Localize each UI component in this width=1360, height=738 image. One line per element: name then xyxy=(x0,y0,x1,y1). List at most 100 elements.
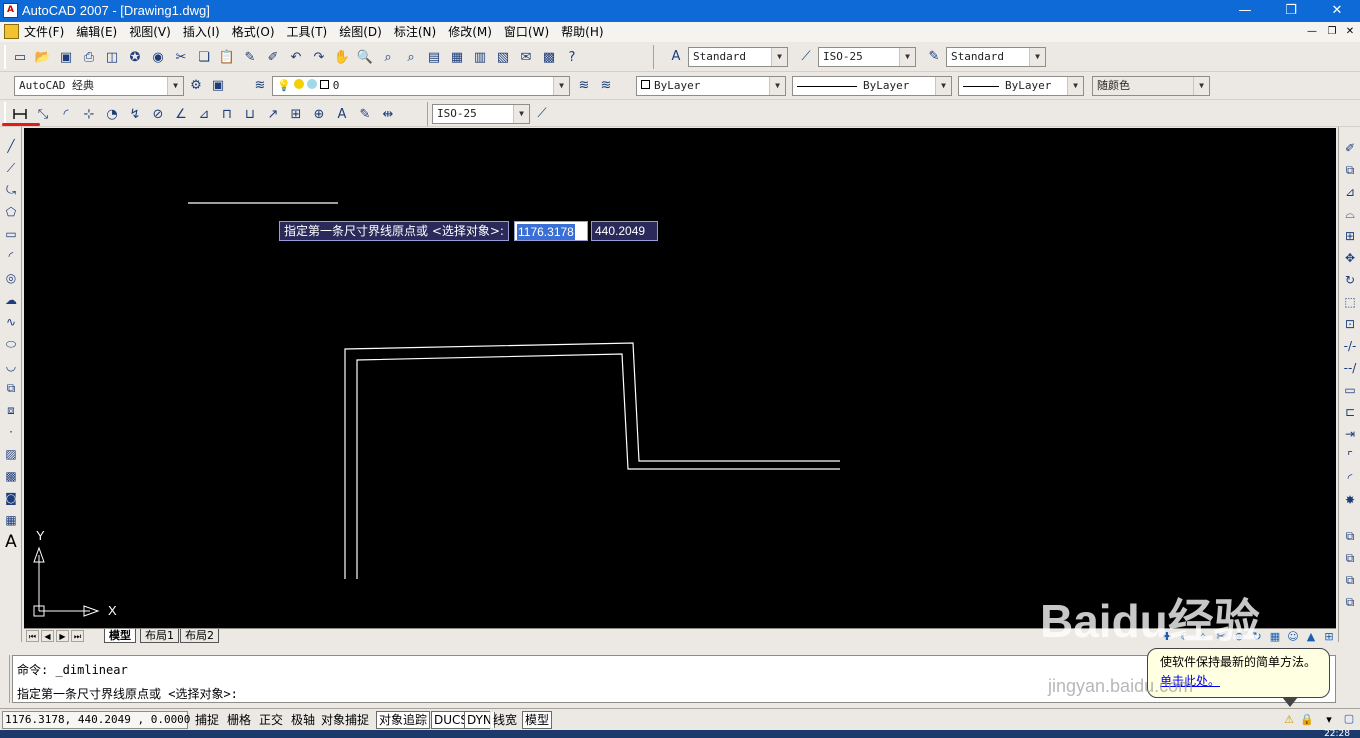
layer-select[interactable]: 💡 0 ▼ xyxy=(272,76,570,96)
radius-dimension-icon[interactable]: ◔ xyxy=(102,104,122,124)
doc-restore-button[interactable]: ❐ xyxy=(1324,24,1340,40)
tray-shirt-icon[interactable]: ▲ xyxy=(1304,630,1318,644)
publish-icon[interactable]: ✪ xyxy=(125,47,145,67)
cut-icon[interactable]: ✂ xyxy=(171,47,191,67)
ordinate-dimension-icon[interactable]: ⊹ xyxy=(79,104,99,124)
region-icon[interactable]: ◙ xyxy=(2,489,20,507)
first-tab-icon[interactable]: ⏮ xyxy=(26,630,39,642)
array-icon[interactable]: ⊞ xyxy=(1341,227,1359,245)
menu-item-6[interactable]: 绘图(D) xyxy=(339,24,382,40)
layer-manager-icon[interactable]: ≋ xyxy=(250,76,270,96)
join-icon[interactable]: ⇥ xyxy=(1341,425,1359,443)
hatch-icon[interactable]: ▨ xyxy=(2,445,20,463)
circle-icon[interactable]: ◎ xyxy=(2,269,20,287)
dimension-style-select[interactable]: ISO-25 ▼ xyxy=(432,104,530,124)
command-window[interactable]: 命令: _dimlinear 指定第一条尺寸界线原点或 <选择对象>: xyxy=(12,655,1336,703)
point-icon[interactable]: · xyxy=(2,423,20,441)
rectangle-icon[interactable]: ▭ xyxy=(2,225,20,243)
center-mark-icon[interactable]: ⊕ xyxy=(309,104,329,124)
tab-model[interactable]: 模型 xyxy=(104,629,136,643)
extend-icon[interactable]: --/ xyxy=(1341,359,1359,377)
help-icon[interactable]: ? xyxy=(562,47,582,67)
new-file-icon[interactable]: ▭ xyxy=(10,47,30,67)
close-button[interactable]: ✕ xyxy=(1314,0,1360,22)
menu-item-2[interactable]: 视图(V) xyxy=(129,24,171,40)
grid-toggle[interactable]: 栅格 xyxy=(224,711,255,729)
insert-block-icon[interactable]: ⧉ xyxy=(2,379,20,397)
ortho-toggle[interactable]: 正交 xyxy=(256,711,287,729)
command-prompt-line[interactable]: 指定第一条尺寸界线原点或 <选择对象>: xyxy=(17,685,238,702)
make-layer-current-icon[interactable]: ≋ xyxy=(574,76,594,96)
offset-icon[interactable]: ⌓ xyxy=(1341,205,1359,223)
linear-dimension-icon[interactable] xyxy=(10,104,30,124)
lineweight-select[interactable]: ByLayer ▼ xyxy=(958,76,1084,96)
menu-item-9[interactable]: 窗口(W) xyxy=(504,24,549,40)
layer-previous-icon[interactable]: ≋ xyxy=(596,76,616,96)
command-window-grip[interactable] xyxy=(0,655,10,703)
continue-dimension-icon[interactable]: ⊔ xyxy=(240,104,260,124)
make-block-icon[interactable]: ⧈ xyxy=(2,401,20,419)
break-at-point-icon[interactable]: ▭ xyxy=(1341,381,1359,399)
calculator-icon[interactable]: ▩ xyxy=(539,47,559,67)
construction-line-icon[interactable]: ⟋ xyxy=(2,159,20,177)
status-menu-arrow-icon[interactable]: ▾ xyxy=(1322,713,1336,727)
diameter-dimension-icon[interactable]: ⊘ xyxy=(148,104,168,124)
table-icon[interactable]: ▦ xyxy=(2,511,20,529)
tab-layout1[interactable]: 布局1 xyxy=(140,629,179,643)
draw-order-front-icon[interactable]: ⧉ xyxy=(1341,527,1359,545)
prev-tab-icon[interactable]: ◀ xyxy=(41,630,54,642)
tray-moon-icon[interactable]: ☾ xyxy=(1178,630,1192,644)
zoom-previous-icon[interactable]: ⌕ xyxy=(401,47,421,67)
dimension-edit-icon[interactable]: A xyxy=(332,104,352,124)
workspace-settings-icon[interactable]: ⚙ xyxy=(186,76,206,96)
autocad-app-icon[interactable]: A xyxy=(3,3,18,18)
tray-people-icon[interactable]: ☺ xyxy=(1286,630,1300,644)
coordinate-readout[interactable]: 1176.3178, 440.2049 , 0.0000 xyxy=(2,711,190,729)
open-file-icon[interactable]: 📂 xyxy=(33,47,53,67)
properties-icon[interactable]: ▤ xyxy=(424,47,444,67)
quick-leader-icon[interactable]: ↗ xyxy=(263,104,283,124)
line-tool-icon[interactable]: ╱ xyxy=(2,137,20,155)
zoom-window-icon[interactable]: ⌕ xyxy=(378,47,398,67)
3d-dwf-icon[interactable]: ◉ xyxy=(148,47,168,67)
tool-palettes-icon[interactable]: ▥ xyxy=(470,47,490,67)
next-tab-icon[interactable]: ▶ xyxy=(56,630,69,642)
doc-close-button[interactable]: ✕ xyxy=(1342,24,1358,40)
dynamic-input-x-field[interactable]: 1176.3178 xyxy=(514,221,588,241)
pan-icon[interactable]: ✋ xyxy=(332,47,352,67)
polyline-icon[interactable]: ⤿ xyxy=(2,181,20,199)
table-style-select[interactable]: Standard ▼ xyxy=(946,47,1046,67)
menu-item-10[interactable]: 帮助(H) xyxy=(561,24,603,40)
lock-icon[interactable]: 🔒 xyxy=(1300,713,1314,727)
bring-above-icon[interactable]: ⧉ xyxy=(1341,571,1359,589)
match-properties-icon[interactable]: ✎ xyxy=(240,47,260,67)
maximize-button[interactable]: ❐ xyxy=(1268,0,1314,22)
spline-icon[interactable]: ∿ xyxy=(2,313,20,331)
save-icon[interactable]: ▣ xyxy=(56,47,76,67)
tray-tools-icon[interactable]: ✂ xyxy=(1214,630,1228,644)
arc-length-icon[interactable]: ◜ xyxy=(56,104,76,124)
block-editor-icon[interactable]: ✐ xyxy=(263,47,283,67)
zoom-realtime-icon[interactable]: 🔍 xyxy=(355,47,375,67)
minimize-button[interactable]: — xyxy=(1222,0,1268,22)
jogged-dimension-icon[interactable]: ↯ xyxy=(125,104,145,124)
color-select[interactable]: ByLayer ▼ xyxy=(636,76,786,96)
copy-icon[interactable]: ❏ xyxy=(194,47,214,67)
send-under-icon[interactable]: ⧉ xyxy=(1341,593,1359,611)
tolerance-icon[interactable]: ⊞ xyxy=(286,104,306,124)
revision-cloud-icon[interactable]: ☁ xyxy=(2,291,20,309)
text-style-icon[interactable]: A xyxy=(666,47,686,67)
tray-grid-icon[interactable]: ⊞ xyxy=(1322,630,1336,644)
quick-dimension-icon[interactable]: ⊿ xyxy=(194,104,214,124)
dynamic-input-y-field[interactable]: 440.2049 xyxy=(591,221,658,241)
multiline-text-icon[interactable]: A xyxy=(2,533,20,551)
baseline-dimension-icon[interactable]: ⊓ xyxy=(217,104,237,124)
copy-object-icon[interactable]: ⧉ xyxy=(1341,161,1359,179)
break-icon[interactable]: ⊏ xyxy=(1341,403,1359,421)
clean-screen-icon[interactable]: ▢ xyxy=(1342,712,1356,726)
osnap-toggle[interactable]: 对象捕捉 xyxy=(318,711,373,729)
dim-style-select[interactable]: ISO-25 ▼ xyxy=(818,47,916,67)
balloon-link[interactable]: 单击此处。 xyxy=(1160,672,1317,689)
move-icon[interactable]: ✥ xyxy=(1341,249,1359,267)
menu-item-4[interactable]: 格式(O) xyxy=(232,24,275,40)
